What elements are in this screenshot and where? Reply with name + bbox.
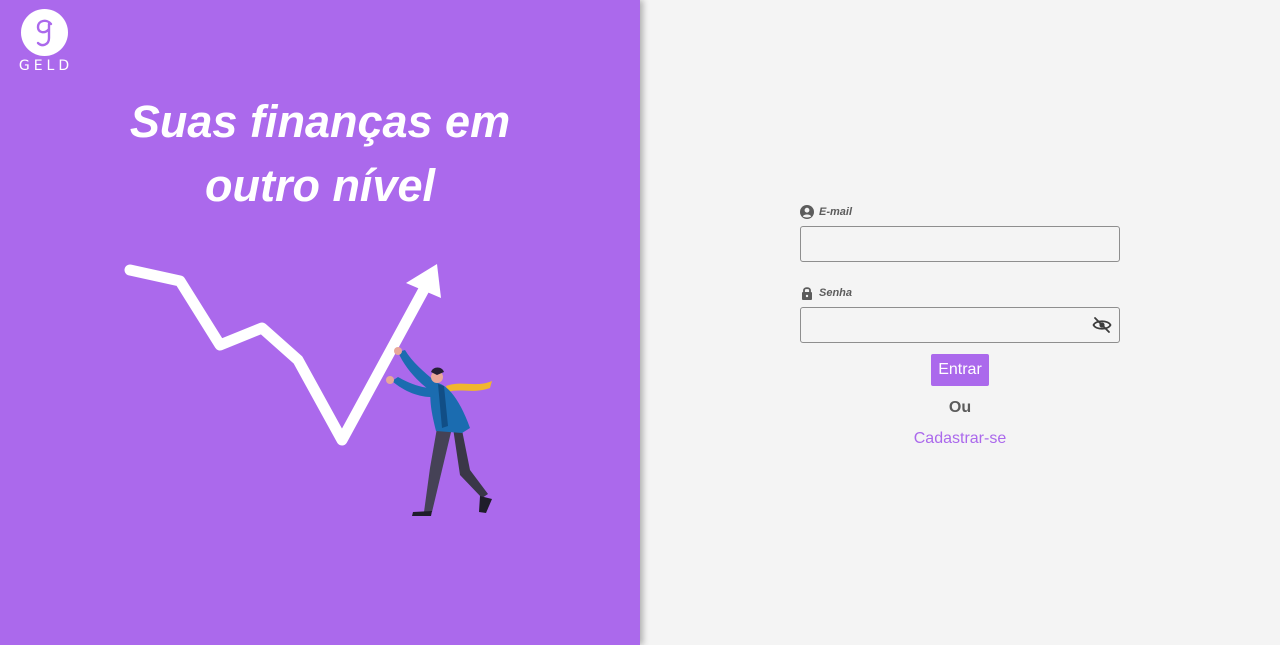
user-circle-icon xyxy=(800,205,814,219)
login-button[interactable]: Entrar xyxy=(931,354,989,386)
email-field-block: E-mail xyxy=(800,203,1120,262)
businessman-figure xyxy=(386,347,492,516)
eye-off-icon xyxy=(1092,317,1112,333)
signup-link[interactable]: Cadastrar-se xyxy=(880,430,1040,448)
password-visibility-toggle[interactable] xyxy=(1092,315,1112,335)
password-input-wrap xyxy=(800,307,1120,343)
email-input-wrap xyxy=(800,226,1120,262)
password-field-block: Senha xyxy=(800,284,1120,343)
email-label: E-mail xyxy=(819,206,853,218)
email-label-row: E-mail xyxy=(800,203,1120,221)
growth-arrow-line xyxy=(124,264,434,446)
password-label-row: Senha xyxy=(800,284,1120,302)
or-separator: Ou xyxy=(948,399,972,416)
email-input[interactable] xyxy=(800,226,1120,262)
lock-icon xyxy=(802,287,812,300)
password-label: Senha xyxy=(819,287,853,299)
growth-illustration xyxy=(124,264,492,516)
hero-panel: GELD Suas finanças em outro nível xyxy=(0,0,640,645)
login-form: E-mail Senha xyxy=(800,203,1120,343)
password-input[interactable] xyxy=(800,307,1120,343)
